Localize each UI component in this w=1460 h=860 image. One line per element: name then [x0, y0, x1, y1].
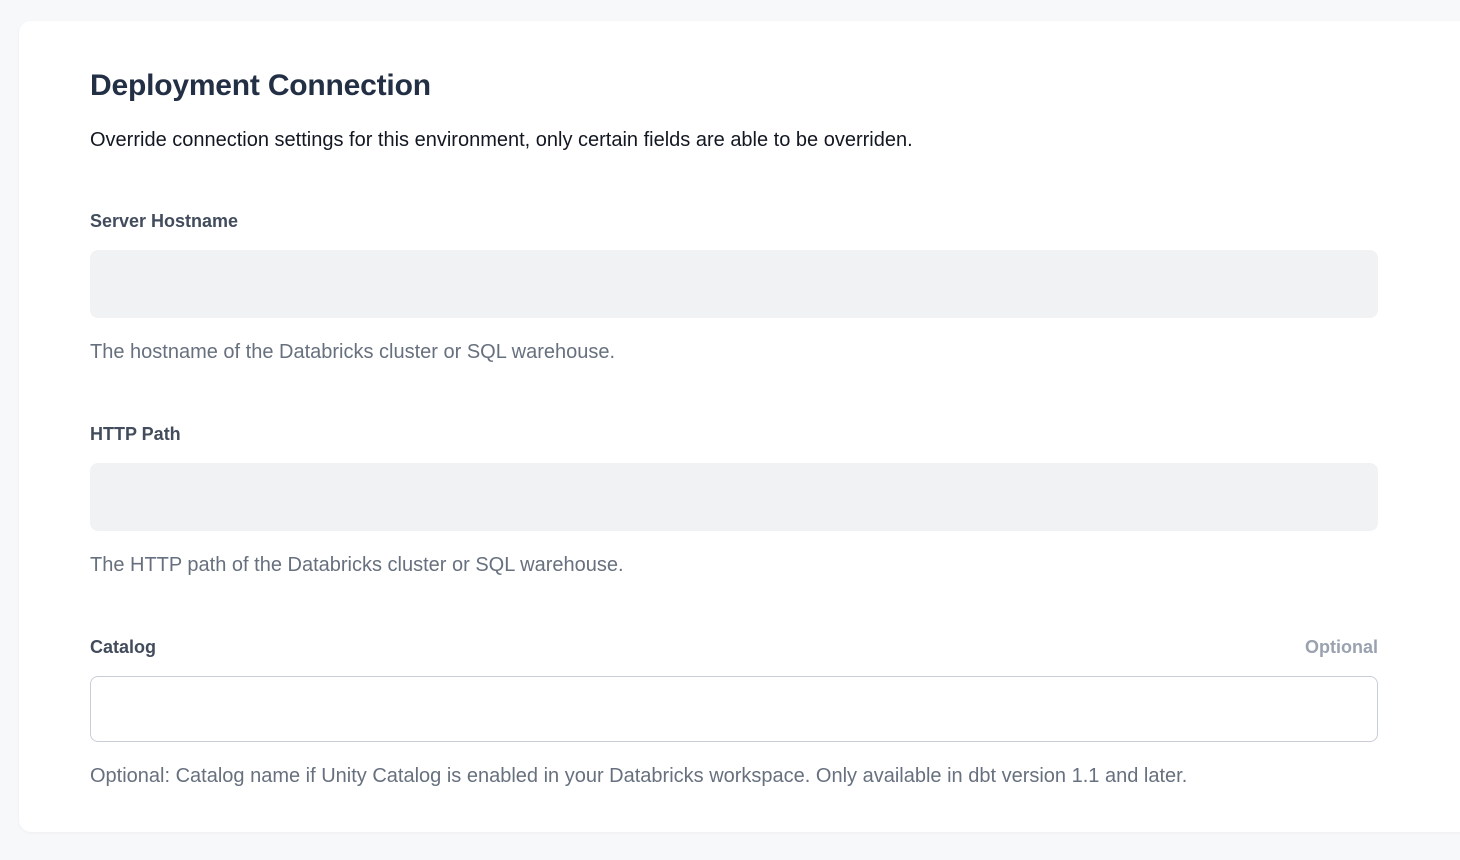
server-hostname-label: Server Hostname — [90, 210, 238, 233]
card-content: Deployment Connection Override connectio… — [19, 21, 1378, 789]
catalog-field: Catalog Optional Optional: Catalog name … — [90, 636, 1378, 789]
catalog-help: Optional: Catalog name if Unity Catalog … — [90, 764, 1378, 789]
catalog-label-row: Catalog Optional — [90, 636, 1378, 659]
server-hostname-field: Server Hostname The hostname of the Data… — [90, 210, 1378, 365]
catalog-input[interactable] — [90, 676, 1378, 742]
server-hostname-input — [90, 250, 1378, 318]
http-path-help: The HTTP path of the Databricks cluster … — [90, 553, 1378, 578]
page-title: Deployment Connection — [90, 68, 1378, 104]
http-path-label-row: HTTP Path — [90, 423, 1378, 446]
http-path-label: HTTP Path — [90, 423, 181, 446]
catalog-label: Catalog — [90, 636, 156, 659]
catalog-optional-badge: Optional — [1305, 636, 1378, 659]
server-hostname-help: The hostname of the Databricks cluster o… — [90, 340, 1378, 365]
http-path-input — [90, 463, 1378, 531]
deployment-connection-card: Deployment Connection Override connectio… — [19, 21, 1460, 832]
page-subtitle: Override connection settings for this en… — [90, 127, 1378, 153]
server-hostname-label-row: Server Hostname — [90, 210, 1378, 233]
http-path-field: HTTP Path The HTTP path of the Databrick… — [90, 423, 1378, 578]
